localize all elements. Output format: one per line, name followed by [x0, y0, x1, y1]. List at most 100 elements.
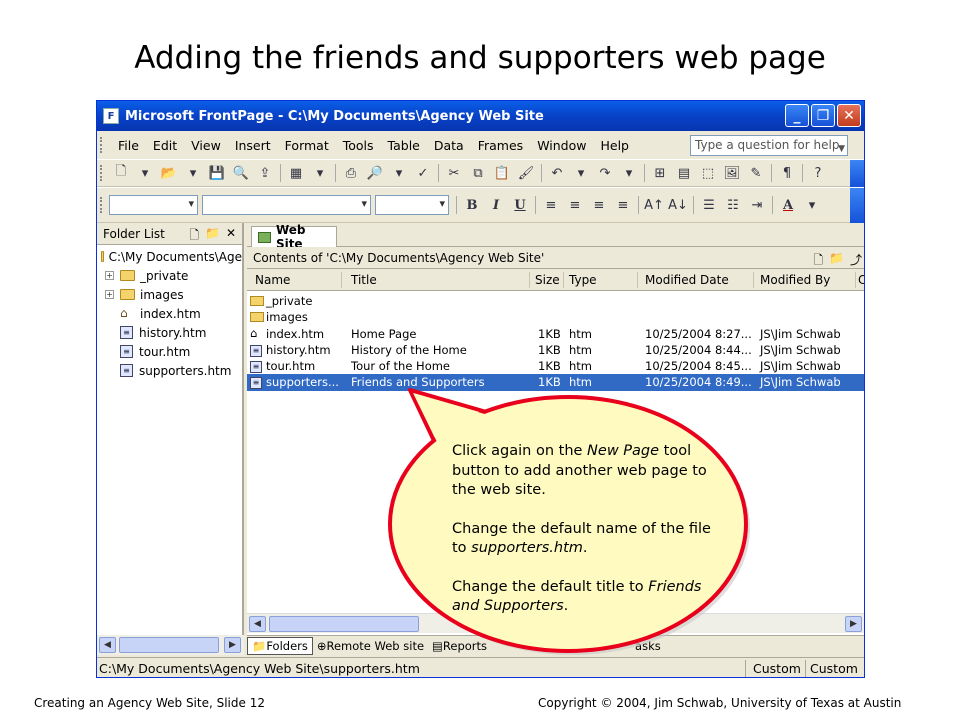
- new-page-icon[interactable]: 🗋: [189, 226, 199, 247]
- dropdown-arrow-icon[interactable]: ▾: [619, 163, 639, 183]
- menu-edit[interactable]: Edit: [146, 138, 184, 153]
- underline-button[interactable]: U: [510, 195, 530, 215]
- column-comments[interactable]: C: [858, 273, 864, 287]
- file-row[interactable]: ⌂ index.htm Home Page 1KB htm 10/25/2004 8:27…: [247, 326, 864, 342]
- new-page-icon[interactable]: 🗋: [111, 163, 131, 183]
- font-color-button[interactable]: A: [778, 195, 798, 215]
- web-component-icon[interactable]: ⊞: [650, 163, 670, 183]
- tree-root[interactable]: C:\My Documents\Age: [97, 247, 242, 266]
- toggle-pane-icon[interactable]: ▦: [286, 163, 306, 183]
- search-icon[interactable]: 🔍: [231, 163, 251, 183]
- font-combo[interactable]: [202, 195, 371, 215]
- menu-format[interactable]: Format: [278, 138, 336, 153]
- menu-data[interactable]: Data: [427, 138, 471, 153]
- tree-item-supporters[interactable]: ≡ supporters.htm: [97, 361, 242, 380]
- print-icon[interactable]: ⎙: [341, 163, 361, 183]
- style-combo[interactable]: [109, 195, 198, 215]
- toolbar-options-icon[interactable]: [850, 160, 864, 187]
- tree-item-private[interactable]: + _private: [97, 266, 242, 285]
- file-row[interactable]: ≡ tour.htm Tour of the Home 1KB htm 10/25/200…: [247, 358, 864, 374]
- dropdown-arrow-icon[interactable]: ▾: [310, 163, 330, 183]
- file-row[interactable]: images: [247, 309, 864, 325]
- format-painter-icon[interactable]: 🖌: [516, 163, 536, 183]
- tree-item-index[interactable]: ⌂ index.htm: [97, 304, 242, 323]
- dropdown-arrow-icon[interactable]: ▾: [135, 163, 155, 183]
- help-icon[interactable]: ?: [808, 163, 828, 183]
- menu-tools[interactable]: Tools: [336, 138, 381, 153]
- new-folder-icon[interactable]: 📁: [205, 226, 220, 247]
- menu-file[interactable]: File: [111, 138, 146, 153]
- publish-icon[interactable]: ⇪: [255, 163, 275, 183]
- align-right-icon[interactable]: ≡: [589, 195, 609, 215]
- column-size[interactable]: Size: [535, 273, 560, 287]
- justify-icon[interactable]: ≡: [613, 195, 633, 215]
- view-folders-button[interactable]: 📁 Folders: [247, 636, 313, 655]
- tree-item-tour[interactable]: ≡ tour.htm: [97, 342, 242, 361]
- menu-help[interactable]: Help: [593, 138, 636, 153]
- increase-font-icon[interactable]: A↑: [644, 195, 664, 215]
- column-name[interactable]: Name: [255, 273, 290, 287]
- layer-icon[interactable]: ⬚: [698, 163, 718, 183]
- column-modified-date[interactable]: Modified Date: [645, 273, 729, 287]
- menu-frames[interactable]: Frames: [471, 138, 530, 153]
- scroll-thumb[interactable]: [119, 637, 219, 653]
- spelling-icon[interactable]: ✓: [413, 163, 433, 183]
- title-bar[interactable]: F Microsoft FrontPage - C:\My Documents\…: [97, 101, 864, 131]
- paste-icon[interactable]: 📋: [492, 163, 512, 183]
- show-all-icon[interactable]: ¶: [777, 163, 797, 183]
- dropdown-arrow-icon[interactable]: ▾: [183, 163, 203, 183]
- expand-icon[interactable]: +: [105, 290, 114, 299]
- file-row[interactable]: _private: [247, 293, 864, 309]
- cut-icon[interactable]: ✂: [444, 163, 464, 183]
- redo-icon[interactable]: ↷: [595, 163, 615, 183]
- scroll-left-icon[interactable]: ◀: [99, 637, 116, 653]
- menu-window[interactable]: Window: [530, 138, 593, 153]
- font-size-combo[interactable]: [375, 195, 449, 215]
- expand-icon[interactable]: +: [105, 271, 114, 280]
- numbering-icon[interactable]: ☰: [699, 195, 719, 215]
- toolbar-options-icon[interactable]: [850, 188, 864, 223]
- tab-web-site[interactable]: Web Site: [251, 223, 337, 251]
- file-row[interactable]: ≡ supporters... Friends and Supporters 1KB h…: [247, 374, 864, 391]
- align-left-icon[interactable]: ≡: [541, 195, 561, 215]
- menu-table[interactable]: Table: [381, 138, 427, 153]
- indent-icon[interactable]: ⇥: [747, 195, 767, 215]
- tree-item-history[interactable]: ≡ history.htm: [97, 323, 242, 342]
- scroll-left-icon[interactable]: ◀: [249, 616, 266, 632]
- help-dropdown-icon[interactable]: ▼: [838, 144, 845, 154]
- drawing-icon[interactable]: ✎: [746, 163, 766, 183]
- scroll-right-icon[interactable]: ▶: [845, 616, 862, 632]
- tree-item-images[interactable]: + images: [97, 285, 242, 304]
- column-type[interactable]: Type: [569, 273, 597, 287]
- italic-button[interactable]: I: [486, 195, 506, 215]
- dropdown-arrow-icon[interactable]: ▾: [389, 163, 409, 183]
- view-tasks-button[interactable]: asks: [631, 638, 665, 654]
- scroll-right-icon[interactable]: ▶: [224, 637, 241, 653]
- column-modified-by[interactable]: Modified By: [760, 273, 830, 287]
- align-center-icon[interactable]: ≡: [565, 195, 585, 215]
- dropdown-arrow-icon[interactable]: ▾: [571, 163, 591, 183]
- bold-button[interactable]: B: [462, 195, 482, 215]
- undo-icon[interactable]: ↶: [547, 163, 567, 183]
- copy-icon[interactable]: ⧉: [468, 163, 488, 183]
- menu-insert[interactable]: Insert: [228, 138, 278, 153]
- bullets-icon[interactable]: ☷: [723, 195, 743, 215]
- decrease-font-icon[interactable]: A↓: [668, 195, 688, 215]
- minimize-button[interactable]: _: [785, 104, 809, 127]
- preview-icon[interactable]: 🔎: [365, 163, 385, 183]
- column-title[interactable]: Title: [351, 273, 377, 287]
- file-row[interactable]: ≡ history.htm History of the Home 1KB htm 10/…: [247, 342, 864, 358]
- menu-view[interactable]: View: [184, 138, 228, 153]
- close-button[interactable]: ✕: [837, 104, 861, 127]
- insert-picture-icon[interactable]: 🖼: [722, 163, 742, 183]
- maximize-button[interactable]: ❐: [811, 104, 835, 127]
- dropdown-arrow-icon[interactable]: ▾: [802, 195, 822, 215]
- help-question-input[interactable]: Type a question for help ▼: [690, 135, 848, 156]
- view-reports-button[interactable]: ▤ Reports: [428, 638, 491, 654]
- open-icon[interactable]: 📂: [159, 163, 179, 183]
- scroll-thumb[interactable]: [269, 616, 419, 632]
- insert-table-icon[interactable]: ▤: [674, 163, 694, 183]
- view-remote-button[interactable]: ⊕ Remote Web site: [313, 638, 428, 654]
- folder-horizontal-scrollbar[interactable]: ◀ ▶: [97, 635, 244, 655]
- save-icon[interactable]: 💾: [207, 163, 227, 183]
